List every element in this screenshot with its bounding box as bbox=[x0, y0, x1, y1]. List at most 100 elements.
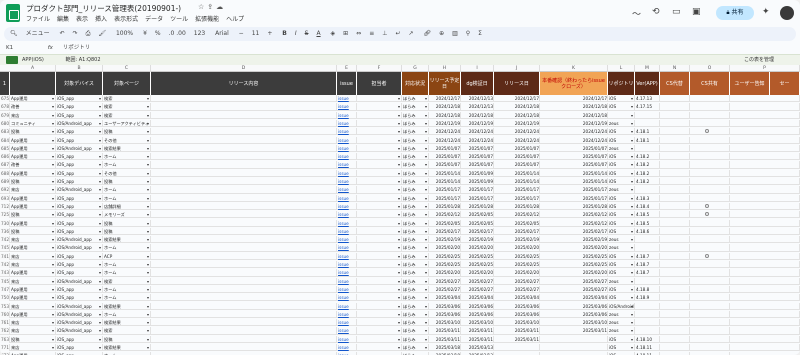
cell-e[interactable]: issue bbox=[337, 111, 357, 119]
cell-cs[interactable] bbox=[660, 186, 690, 194]
cell-b[interactable]: iOS_app bbox=[56, 194, 103, 202]
italic-button[interactable]: I bbox=[295, 30, 297, 37]
row-number[interactable]: 685 bbox=[0, 144, 10, 152]
cell-p[interactable] bbox=[730, 128, 800, 136]
table-name[interactable]: APP(iOS) bbox=[22, 57, 44, 63]
cell-i[interactable]: 2025/02/27 bbox=[461, 285, 494, 293]
cell-k[interactable]: 2024/12/18 bbox=[540, 111, 608, 119]
cell-o[interactable] bbox=[690, 277, 730, 285]
cell-g[interactable]: ほらみ bbox=[402, 153, 429, 161]
row-number[interactable]: 689 bbox=[0, 178, 10, 185]
cell-d[interactable] bbox=[151, 319, 337, 327]
cell-k[interactable]: 2025/03/11 bbox=[540, 327, 608, 335]
row-number[interactable]: 741 bbox=[0, 252, 10, 260]
cell-a[interactable]: コミュニティ bbox=[10, 119, 56, 127]
cell-f[interactable] bbox=[357, 169, 402, 177]
cell-p[interactable] bbox=[730, 285, 800, 293]
header-cell-cs_share[interactable]: CS共有 bbox=[690, 72, 730, 95]
cell-cs[interactable] bbox=[660, 119, 690, 127]
cell-f[interactable] bbox=[357, 244, 402, 252]
move-icon[interactable]: ⇪ bbox=[207, 3, 216, 11]
cell-b[interactable]: iOS_app bbox=[56, 103, 103, 111]
cell-m[interactable]: 4.18.2 bbox=[635, 178, 660, 185]
cell-e[interactable]: issue bbox=[337, 294, 357, 302]
undo-icon[interactable]: ↶ bbox=[60, 30, 65, 37]
manage-table-button[interactable]: この表を管理 bbox=[744, 55, 774, 65]
cell-j[interactable]: 2024/12/24 bbox=[494, 128, 540, 136]
cell-f[interactable] bbox=[357, 252, 402, 260]
cell-f[interactable] bbox=[357, 202, 402, 210]
cell-a[interactable]: 来店 bbox=[10, 344, 56, 351]
cell-o[interactable] bbox=[690, 103, 730, 111]
percent-button[interactable]: % bbox=[155, 30, 161, 37]
cell-e[interactable]: issue bbox=[337, 186, 357, 194]
cell-p[interactable] bbox=[730, 169, 800, 177]
cell-b[interactable]: iOS_app bbox=[56, 227, 103, 235]
cell-f[interactable] bbox=[357, 294, 402, 302]
cell-h[interactable]: 2025/03/11 bbox=[429, 327, 461, 335]
cell-f[interactable] bbox=[357, 144, 402, 152]
cell-d[interactable] bbox=[151, 211, 337, 219]
cell-m[interactable]: 4.18.1 bbox=[635, 128, 660, 136]
cell-o[interactable] bbox=[690, 95, 730, 102]
cell-a[interactable]: 来店 bbox=[10, 252, 56, 260]
cell-p[interactable] bbox=[730, 178, 800, 185]
cell-g[interactable]: ほらみ bbox=[402, 294, 429, 302]
cell-cs[interactable] bbox=[660, 344, 690, 351]
cell-e[interactable]: issue bbox=[337, 211, 357, 219]
cell-d[interactable] bbox=[151, 153, 337, 161]
cell-d[interactable] bbox=[151, 294, 337, 302]
cell-l[interactable]: iOS bbox=[608, 252, 635, 260]
cell-i[interactable]: 2025/02/27 bbox=[461, 277, 494, 285]
cell-j[interactable]: 2025/03/10 bbox=[494, 319, 540, 327]
cell-l[interactable]: iOS bbox=[608, 261, 635, 268]
cell-o[interactable] bbox=[690, 294, 730, 302]
cell-o[interactable] bbox=[690, 344, 730, 351]
cell-m[interactable]: 4.18.8 bbox=[635, 285, 660, 293]
cell-m[interactable]: 4.18.7 bbox=[635, 269, 660, 277]
cell-c[interactable]: ホーム bbox=[103, 261, 151, 268]
cell-cs[interactable] bbox=[660, 219, 690, 227]
cell-b[interactable]: iOS_app bbox=[56, 285, 103, 293]
row-number[interactable]: 680 bbox=[0, 119, 10, 127]
cell-c[interactable]: 検索結果 bbox=[103, 144, 151, 152]
cell-b[interactable]: iOS/Android_app bbox=[56, 144, 103, 152]
column-letter[interactable]: A bbox=[10, 65, 56, 72]
cell-d[interactable] bbox=[151, 335, 337, 343]
cell-o[interactable] bbox=[690, 194, 730, 202]
cell-o[interactable] bbox=[690, 144, 730, 152]
cell-a[interactable]: App運用 bbox=[10, 269, 56, 277]
cell-j[interactable]: 2025/01/07 bbox=[494, 144, 540, 152]
cell-g[interactable]: ほらみ bbox=[402, 219, 429, 227]
cell-l[interactable]: iOS bbox=[608, 344, 635, 351]
cell-m[interactable]: 4.18.4 bbox=[635, 202, 660, 210]
cell-k[interactable]: 2025/02/12 bbox=[540, 219, 608, 227]
cell-m[interactable] bbox=[635, 310, 660, 318]
cell-p[interactable] bbox=[730, 302, 800, 310]
cell-h[interactable]: 2025/03/04 bbox=[429, 294, 461, 302]
cell-h[interactable]: 2024/12/18 bbox=[429, 111, 461, 119]
cell-f[interactable] bbox=[357, 219, 402, 227]
cell-a[interactable]: 来店 bbox=[10, 302, 56, 310]
cell-f[interactable] bbox=[357, 344, 402, 351]
cell-b[interactable]: iOS_app bbox=[56, 136, 103, 144]
cell-d[interactable] bbox=[151, 161, 337, 169]
cell-o[interactable] bbox=[690, 269, 730, 277]
cell-h[interactable]: 2025/02/20 bbox=[429, 244, 461, 252]
cell-p[interactable] bbox=[730, 202, 800, 210]
cell-m[interactable]: 4.18.11 bbox=[635, 344, 660, 351]
cell-e[interactable]: issue bbox=[337, 194, 357, 202]
cell-m[interactable] bbox=[635, 119, 660, 127]
cell-d[interactable] bbox=[151, 202, 337, 210]
cell-g[interactable]: ほらみ bbox=[402, 227, 429, 235]
cell-d[interactable] bbox=[151, 244, 337, 252]
row-number[interactable]: 675 bbox=[0, 95, 10, 102]
menu-item[interactable]: 挿入 bbox=[95, 16, 107, 23]
cell-o[interactable] bbox=[690, 261, 730, 268]
cell-h[interactable]: 2024/12/19 bbox=[429, 119, 461, 127]
cell-k[interactable]: 2024/12/19 bbox=[540, 119, 608, 127]
cell-p[interactable] bbox=[730, 269, 800, 277]
cell-a[interactable]: 来店 bbox=[10, 186, 56, 194]
cell-f[interactable] bbox=[357, 178, 402, 185]
cell-f[interactable] bbox=[357, 310, 402, 318]
